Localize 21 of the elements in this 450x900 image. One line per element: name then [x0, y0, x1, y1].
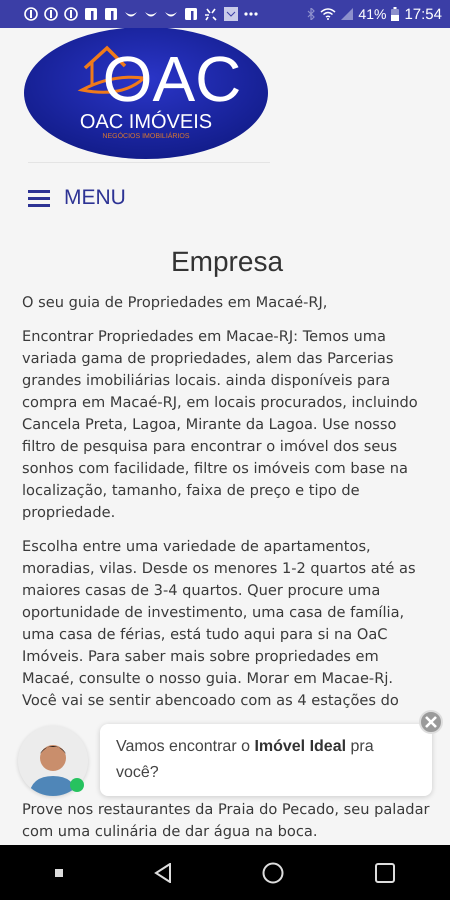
signal-icon: [341, 8, 354, 20]
avatar: [18, 726, 88, 796]
paragraph: Encontrar Propriedades em Macae-RJ: Temos uma variada gama de propriedades, alem das Parcerias grandes imobiliárias locais. ainda disponíveis para compra em Macaé-RJ, em locais procurados, incluindo Cancela Preta, Lagoa, Mirante da Lagoa. Use nosso filtro de pesquisa para encontrar o imóvel dos seus sonhos com facilidade, filtre os imóveis com base na localização, tamanho, faixa de preço e tipo de propriedade.: [22, 327, 419, 523]
chat-message[interactable]: Vamos encontrar o Imóvel Ideal pra você?: [100, 724, 432, 796]
paragraph: Prove nos restaurantes da Praia do Pecado, seu paladar com uma culinária de dar água na boca.: [22, 800, 431, 842]
wifi-icon: [320, 8, 336, 20]
mail-icon: [224, 7, 238, 21]
paragraph: Escolha entre uma variedade de apartamentos, moradias, vilas. Desde os menores 1-2 quartos até as maiores casas de 3-4 quartos. Quer procure uma oportunidade de investimento, uma casa de família, uma casa de férias, está tudo aqui para si na OaC Imóveis. Para saber mais sobre propriedades em Macaé, consulte o nosso guia. Morar em Macae-Rj. Você vai se sentir abencoado com as 4 estações do: [22, 537, 417, 711]
close-button[interactable]: [419, 710, 443, 734]
page-title: Empresa: [170, 246, 284, 278]
clock: 17:54: [404, 6, 442, 22]
paragraph: O seu guia de Propriedades em Macaé-RJ,: [22, 293, 328, 313]
square-icon: [374, 862, 395, 882]
menu-icon: [28, 190, 50, 206]
bluetooth-icon: [307, 8, 316, 20]
battery-percent: 41%: [358, 6, 386, 22]
battery-icon: [391, 7, 400, 21]
home-icon: [262, 862, 284, 884]
close-icon: [424, 715, 438, 729]
back-icon: [154, 862, 172, 882]
menu-button[interactable]: MENU: [28, 186, 126, 210]
